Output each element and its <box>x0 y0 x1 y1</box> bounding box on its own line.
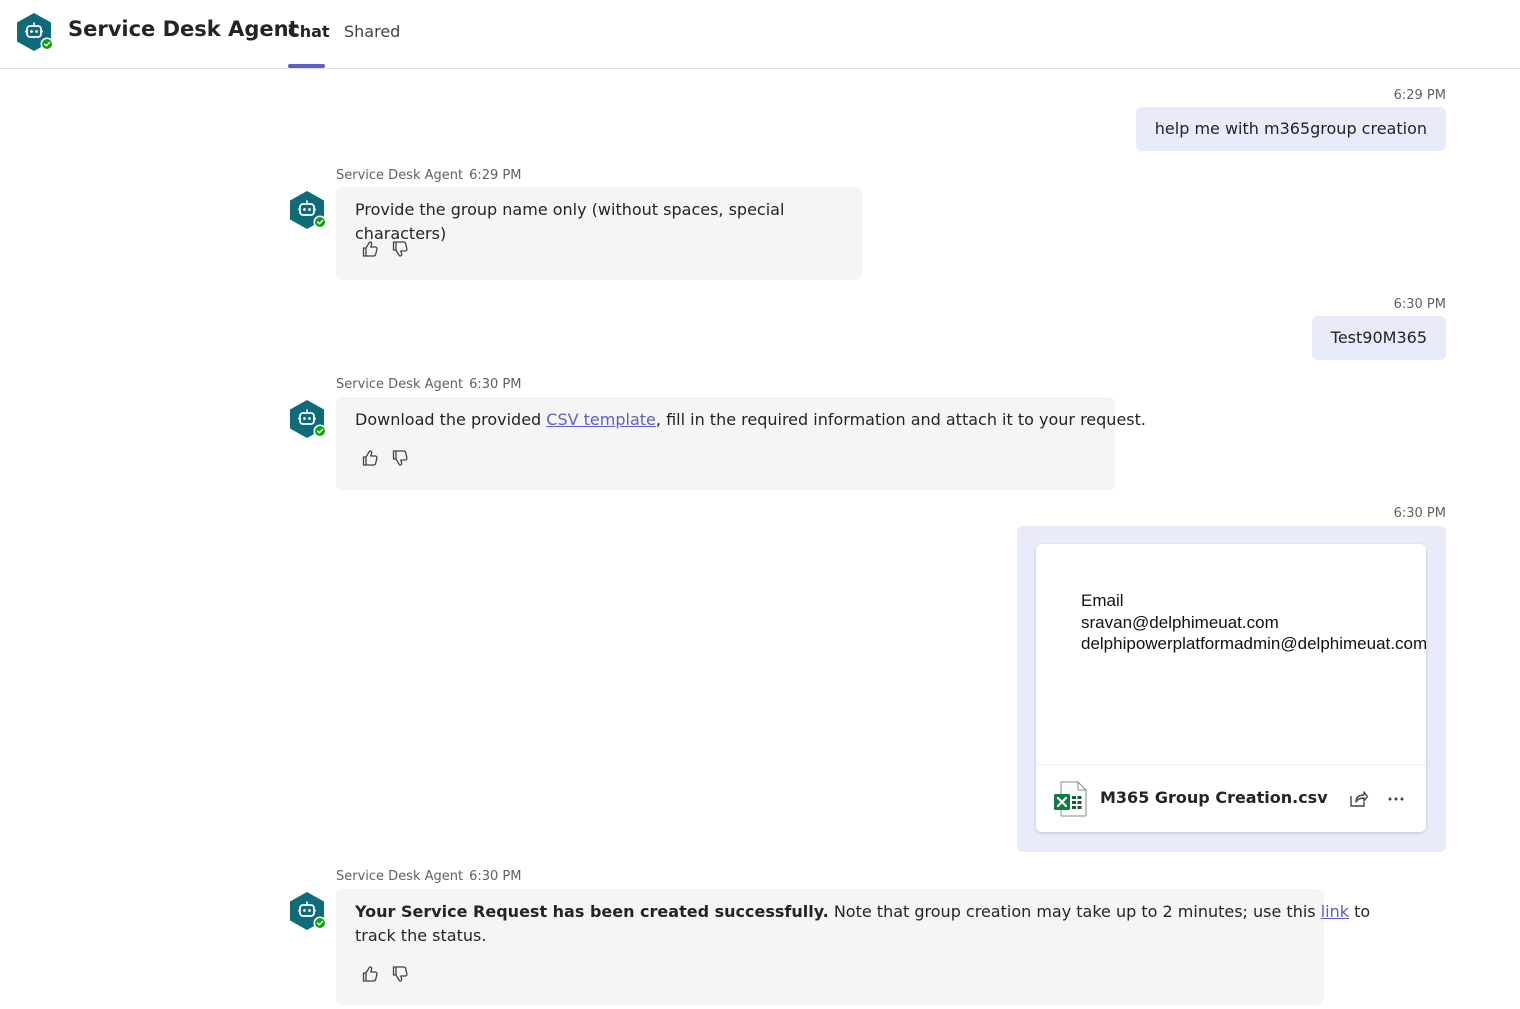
user-file-message: Email sravan@delphimeuat.com delphipower… <box>1017 526 1446 852</box>
thumbs-down-icon[interactable] <box>390 964 410 984</box>
user-message: help me with m365group creation <box>1135 107 1446 151</box>
sender-name: Service Desk Agent <box>336 168 464 183</box>
message-timestamp: 6:30 PM <box>1393 506 1446 521</box>
bot-avatar-icon <box>289 891 327 931</box>
thumbs-up-icon[interactable] <box>360 239 380 259</box>
message-text-part: to <box>1349 902 1371 921</box>
tab-chat[interactable]: Chat <box>288 22 330 41</box>
thumbs-down-icon[interactable] <box>390 239 410 259</box>
track-status-link[interactable]: link <box>1321 902 1349 921</box>
csv-template-link[interactable]: CSV template <box>546 410 656 429</box>
user-message: Test90M365 <box>1311 316 1446 360</box>
bot-message-header: Service Desk Agent 6:30 PM <box>336 377 522 392</box>
message-reactions <box>360 239 410 259</box>
bot-message-text: Provide the group name only (without spa… <box>355 200 785 243</box>
message-reactions <box>360 964 410 984</box>
bot-avatar-icon <box>16 12 54 52</box>
message-text-part: Note that group creation may take up to … <box>828 902 1321 921</box>
bot-message: Download the provided CSV template, fill… <box>336 397 1146 490</box>
bot-message-text: Your Service Request has been created su… <box>355 900 1370 948</box>
bot-avatar-icon <box>289 399 327 439</box>
file-attachment-card[interactable]: Email sravan@delphimeuat.com delphipower… <box>1036 544 1426 832</box>
message-bold-text: Your Service Request has been created su… <box>355 902 829 921</box>
message-timestamp: 6:30 PM <box>469 869 522 884</box>
bot-message: Provide the group name only (without spa… <box>336 187 862 280</box>
chat-header: Service Desk Agent Chat Shared <box>0 0 1520 69</box>
excel-csv-icon <box>1054 781 1087 817</box>
preview-line: Email <box>1081 591 1124 610</box>
message-reactions <box>360 448 410 468</box>
preview-line: delphipowerplatformadmin@delphimeuat.com <box>1081 634 1426 653</box>
file-preview[interactable]: Email sravan@delphimeuat.com delphipower… <box>1036 544 1426 764</box>
message-timestamp: 6:30 PM <box>469 377 522 392</box>
preview-line: sravan@delphimeuat.com <box>1081 612 1279 632</box>
bot-message-header: Service Desk Agent 6:30 PM <box>336 869 522 884</box>
message-text-part: , fill in the required information and a… <box>655 410 1146 429</box>
more-options-icon[interactable] <box>1385 788 1407 810</box>
bot-avatar-icon <box>289 190 327 230</box>
message-line: Your Service Request has been created su… <box>355 900 1370 924</box>
active-tab-indicator <box>288 64 325 68</box>
thumbs-up-icon[interactable] <box>360 448 380 468</box>
message-line: track the status. <box>355 926 487 945</box>
thumbs-down-icon[interactable] <box>390 448 410 468</box>
message-timestamp: 6:29 PM <box>469 168 522 183</box>
chat-title: Service Desk Agent <box>68 17 299 41</box>
message-timestamp: 6:30 PM <box>1393 297 1446 312</box>
bot-message-header: Service Desk Agent 6:29 PM <box>336 168 522 183</box>
tab-shared[interactable]: Shared <box>344 22 400 41</box>
sender-name: Service Desk Agent <box>336 869 464 884</box>
message-timestamp: 6:29 PM <box>1393 88 1446 103</box>
share-icon[interactable] <box>1347 788 1369 810</box>
bot-message-text: Download the provided CSV template, fill… <box>355 408 1146 432</box>
sender-name: Service Desk Agent <box>336 377 464 392</box>
bot-message: Your Service Request has been created su… <box>336 889 1370 1005</box>
file-name[interactable]: M365 Group Creation.csv <box>1100 788 1328 807</box>
file-preview-content: Email sravan@delphimeuat.com delphipower… <box>1081 590 1426 655</box>
message-text-part: Download the provided <box>355 410 547 429</box>
file-footer: M365 Group Creation.csv <box>1036 764 1426 832</box>
thumbs-up-icon[interactable] <box>360 964 380 984</box>
